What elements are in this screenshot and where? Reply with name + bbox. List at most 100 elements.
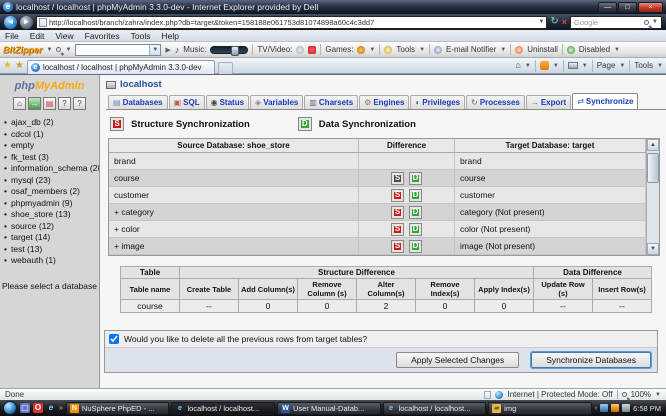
tab-charsets[interactable]: ▥Charsets — [304, 95, 358, 109]
tools-label[interactable]: Tools — [396, 45, 415, 54]
favorites-icon[interactable]: ★ — [3, 61, 12, 71]
address-field[interactable]: http://localhost/branch/zahra/index.php?… — [36, 16, 547, 29]
video-icon[interactable] — [308, 46, 316, 54]
logout-icon[interactable]: → — [28, 97, 41, 110]
taskbar-button[interactable]: NNuSphere PhpED - ... — [66, 402, 170, 415]
scroll-down-icon[interactable]: ▼ — [647, 243, 659, 255]
brand-dropdown-icon[interactable]: ▼ — [47, 47, 53, 53]
apply-selected-changes-button[interactable]: Apply Selected Changes — [396, 352, 519, 368]
address-dropdown-icon[interactable]: ▼ — [538, 19, 544, 25]
disabled-label[interactable]: Disabled — [579, 45, 610, 54]
menu-edit[interactable]: Edit — [30, 31, 45, 41]
data-sync-button[interactable]: D — [409, 189, 422, 202]
data-sync-button[interactable]: D — [409, 206, 422, 219]
database-item[interactable]: target (14) — [2, 232, 97, 244]
database-item[interactable]: source (12) — [2, 221, 97, 233]
search-icon[interactable] — [644, 20, 649, 25]
tv-icon[interactable] — [296, 46, 304, 54]
structure-sync-button[interactable]: S — [391, 223, 404, 236]
refresh-button[interactable]: ↻ — [550, 17, 558, 27]
tab-synchronize[interactable]: ⇄Synchronize — [572, 93, 638, 109]
tab-databases[interactable]: ▤Databases — [108, 95, 168, 109]
print-icon[interactable] — [568, 62, 578, 69]
games-dropdown-icon[interactable]: ▼ — [369, 47, 375, 53]
tab-processes[interactable]: ↻Processes — [466, 95, 525, 109]
tools-dropdown-icon[interactable]: ▼ — [419, 47, 425, 53]
scrollbar[interactable]: ▲ ▼ — [646, 139, 659, 255]
database-item[interactable]: cdcol (1) — [2, 129, 97, 141]
database-item[interactable]: test (13) — [2, 244, 97, 256]
data-sync-button[interactable]: D — [409, 223, 422, 236]
tab-engines[interactable]: ⚙Engines — [359, 95, 409, 109]
home-icon[interactable]: ⌂ — [515, 61, 520, 70]
zoom-dropdown-icon[interactable]: ▼ — [655, 392, 661, 398]
page-menu[interactable]: Page — [597, 61, 616, 70]
print-dropdown-icon[interactable]: ▼ — [582, 63, 588, 69]
feeds-icon[interactable] — [540, 61, 549, 70]
tv-video-label[interactable]: TV/Video: — [257, 45, 292, 54]
data-sync-button[interactable]: D — [409, 240, 422, 253]
tray-volume-icon[interactable] — [622, 404, 630, 412]
email-notifier-label[interactable]: E-mail Notifier — [446, 45, 496, 54]
tools-menu-dropdown-icon[interactable]: ▼ — [657, 63, 663, 69]
uninstall-label[interactable]: Uninstall — [527, 45, 558, 54]
tray-overflow-icon[interactable]: ‹ — [595, 405, 597, 412]
maximize-button[interactable]: □ — [618, 2, 637, 13]
structure-sync-button[interactable]: S — [391, 206, 404, 219]
structure-sync-button[interactable]: S — [391, 172, 404, 185]
taskbar-button[interactable]: WUser Manual-Datab... — [277, 402, 381, 415]
search-dropdown-icon[interactable]: ▼ — [652, 19, 658, 25]
play-icon[interactable]: ▶ — [165, 46, 170, 54]
tray-network-icon[interactable] — [600, 404, 608, 412]
taskbar-button[interactable]: elocalhost / localhost... — [171, 402, 275, 415]
synchronize-databases-button[interactable]: Synchronize Databases — [531, 352, 651, 368]
quicklaunch-window-icon[interactable]: ▢ — [20, 403, 30, 413]
menu-help[interactable]: Help — [161, 31, 178, 41]
structure-sync-button[interactable]: S — [391, 240, 404, 253]
stop-button[interactable]: × — [562, 18, 567, 27]
database-item[interactable]: shoe_store (13) — [2, 209, 97, 221]
toolbar-search-dropdown-icon[interactable]: ▼ — [65, 47, 71, 53]
home-icon[interactable]: ⌂ — [13, 97, 26, 110]
mysql-docs-icon[interactable]: ? — [73, 97, 86, 110]
taskbar-button[interactable]: ▰img — [488, 402, 592, 415]
scroll-up-icon[interactable]: ▲ — [647, 139, 659, 151]
toolbar-search-icon[interactable] — [56, 47, 61, 52]
database-item[interactable]: phpmyadmin (9) — [2, 198, 97, 210]
tab-sql[interactable]: ▣SQL — [169, 95, 205, 109]
database-item[interactable]: osaf_members (2) — [2, 186, 97, 198]
database-item[interactable]: ajax_db (2) — [2, 117, 97, 129]
tab-variables[interactable]: ◈Variables — [250, 95, 303, 109]
games-icon[interactable] — [357, 46, 365, 54]
page-dropdown-icon[interactable]: ▼ — [619, 63, 625, 69]
database-item[interactable]: mysql (23) — [2, 175, 97, 187]
tray-security-icon[interactable] — [611, 404, 619, 412]
browser-tab[interactable]: e localhost / localhost | phpMyAdmin 3.3… — [27, 60, 215, 74]
quicklaunch-ie-icon[interactable]: e — [46, 403, 56, 413]
structure-sync-button[interactable]: S — [391, 189, 404, 202]
tab-export[interactable]: →Export — [526, 95, 571, 109]
data-sync-button[interactable]: D — [409, 172, 422, 185]
database-item[interactable]: empty — [2, 140, 97, 152]
database-item[interactable]: fk_test (3) — [2, 152, 97, 164]
tools-menu[interactable]: Tools — [634, 61, 653, 70]
scroll-thumb[interactable] — [647, 153, 659, 183]
quicklaunch-opera-icon[interactable]: O — [33, 403, 43, 413]
add-favorite-icon[interactable]: ★ — [15, 61, 24, 71]
menu-favorites[interactable]: Favorites — [85, 31, 120, 41]
quicklaunch-overflow-icon[interactable]: » — [59, 405, 63, 412]
volume-slider[interactable] — [210, 46, 248, 54]
zoom-icon[interactable] — [622, 392, 627, 397]
menu-view[interactable]: View — [55, 31, 73, 41]
query-window-icon[interactable]: ▤ — [43, 97, 56, 110]
menu-file[interactable]: File — [5, 31, 19, 41]
disabled-dropdown-icon[interactable]: ▼ — [614, 47, 620, 53]
feeds-dropdown-icon[interactable]: ▼ — [553, 63, 559, 69]
email-dropdown-icon[interactable]: ▼ — [500, 47, 506, 53]
zoom-level[interactable]: 100% — [631, 390, 651, 399]
toolbar-combo[interactable]: ▼ — [75, 44, 161, 56]
search-box[interactable]: Google ▼ — [570, 16, 662, 29]
tab-status[interactable]: ◉Status — [206, 95, 249, 109]
database-item[interactable]: information_schema (28) — [2, 163, 97, 175]
new-tab-button[interactable] — [218, 62, 233, 74]
